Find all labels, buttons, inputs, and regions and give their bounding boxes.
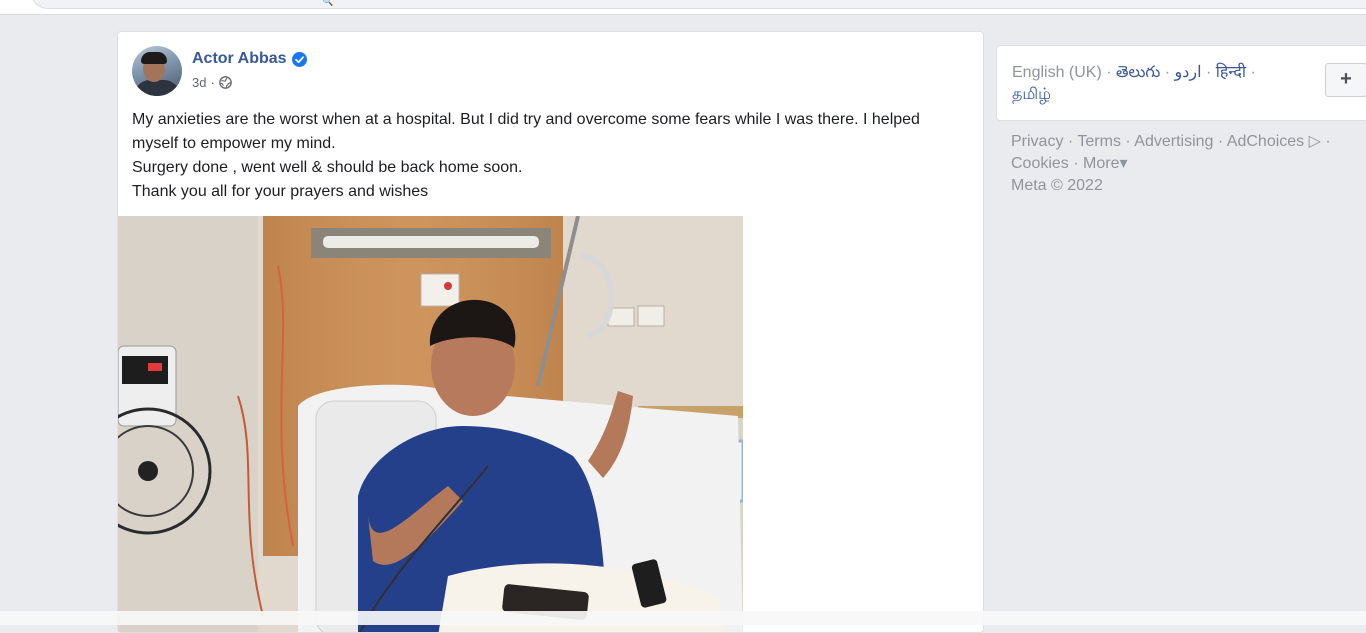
footer-link-terms[interactable]: Terms	[1077, 133, 1121, 150]
post-meta: 3d ·	[192, 75, 232, 90]
footer-link-more[interactable]: More	[1083, 155, 1119, 172]
post-text-line: Thank you all for your prayers and wishe…	[132, 183, 429, 200]
adchoices-icon: ▷	[1304, 133, 1321, 150]
language-option-telugu[interactable]: తెలుగు	[1116, 64, 1160, 81]
post-timestamp[interactable]: 3d	[192, 75, 206, 90]
post-text-line: Surgery done , went well & should be bac…	[132, 159, 523, 176]
language-list: English (UK) · తెలుగు · اردو · हिन्दी · …	[1012, 64, 1256, 103]
post-card: Actor Abbas 3d · My anxieties are the wo…	[117, 31, 984, 633]
footer-link-advertising[interactable]: Advertising	[1134, 133, 1213, 150]
avatar[interactable]	[132, 46, 182, 96]
language-option-tamil[interactable]: தமிழ்	[1012, 86, 1051, 103]
author-row: Actor Abbas	[192, 50, 307, 68]
search-icon[interactable]: 🔍	[322, 0, 333, 7]
language-option-hindi[interactable]: हिन्दी	[1216, 64, 1246, 81]
hospital-photo-illustration	[118, 216, 743, 632]
bottom-overlay	[0, 611, 1366, 625]
verified-badge-icon	[291, 51, 307, 67]
footer-link-privacy[interactable]: Privacy	[1011, 133, 1063, 150]
language-selector-card: English (UK) · తెలుగు · اردو · हिन्दी · …	[996, 45, 1366, 121]
copyright-text: Meta © 2022	[1011, 177, 1103, 194]
author-name[interactable]: Actor Abbas	[192, 50, 287, 68]
footer-link-adchoices[interactable]: AdChoices	[1227, 133, 1304, 150]
add-language-button[interactable]: +	[1325, 63, 1366, 97]
globe-icon[interactable]	[218, 76, 232, 89]
post-text: My anxieties are the worst when at a hos…	[132, 108, 962, 204]
search-bar[interactable]	[30, 0, 1366, 9]
post-text-line: My anxieties are the worst when at a hos…	[132, 111, 920, 152]
post-photo[interactable]	[118, 216, 743, 632]
footer-links: Privacy · Terms · Advertising · AdChoice…	[1011, 133, 1331, 194]
chevron-down-icon[interactable]: ▾	[1119, 155, 1127, 172]
top-navigation-bar: 🔍	[0, 0, 1366, 15]
language-option-urdu[interactable]: اردو	[1174, 64, 1201, 81]
footer-link-cookies[interactable]: Cookies	[1011, 155, 1069, 172]
meta-separator: ·	[210, 75, 215, 90]
current-language: English (UK)	[1012, 64, 1102, 81]
